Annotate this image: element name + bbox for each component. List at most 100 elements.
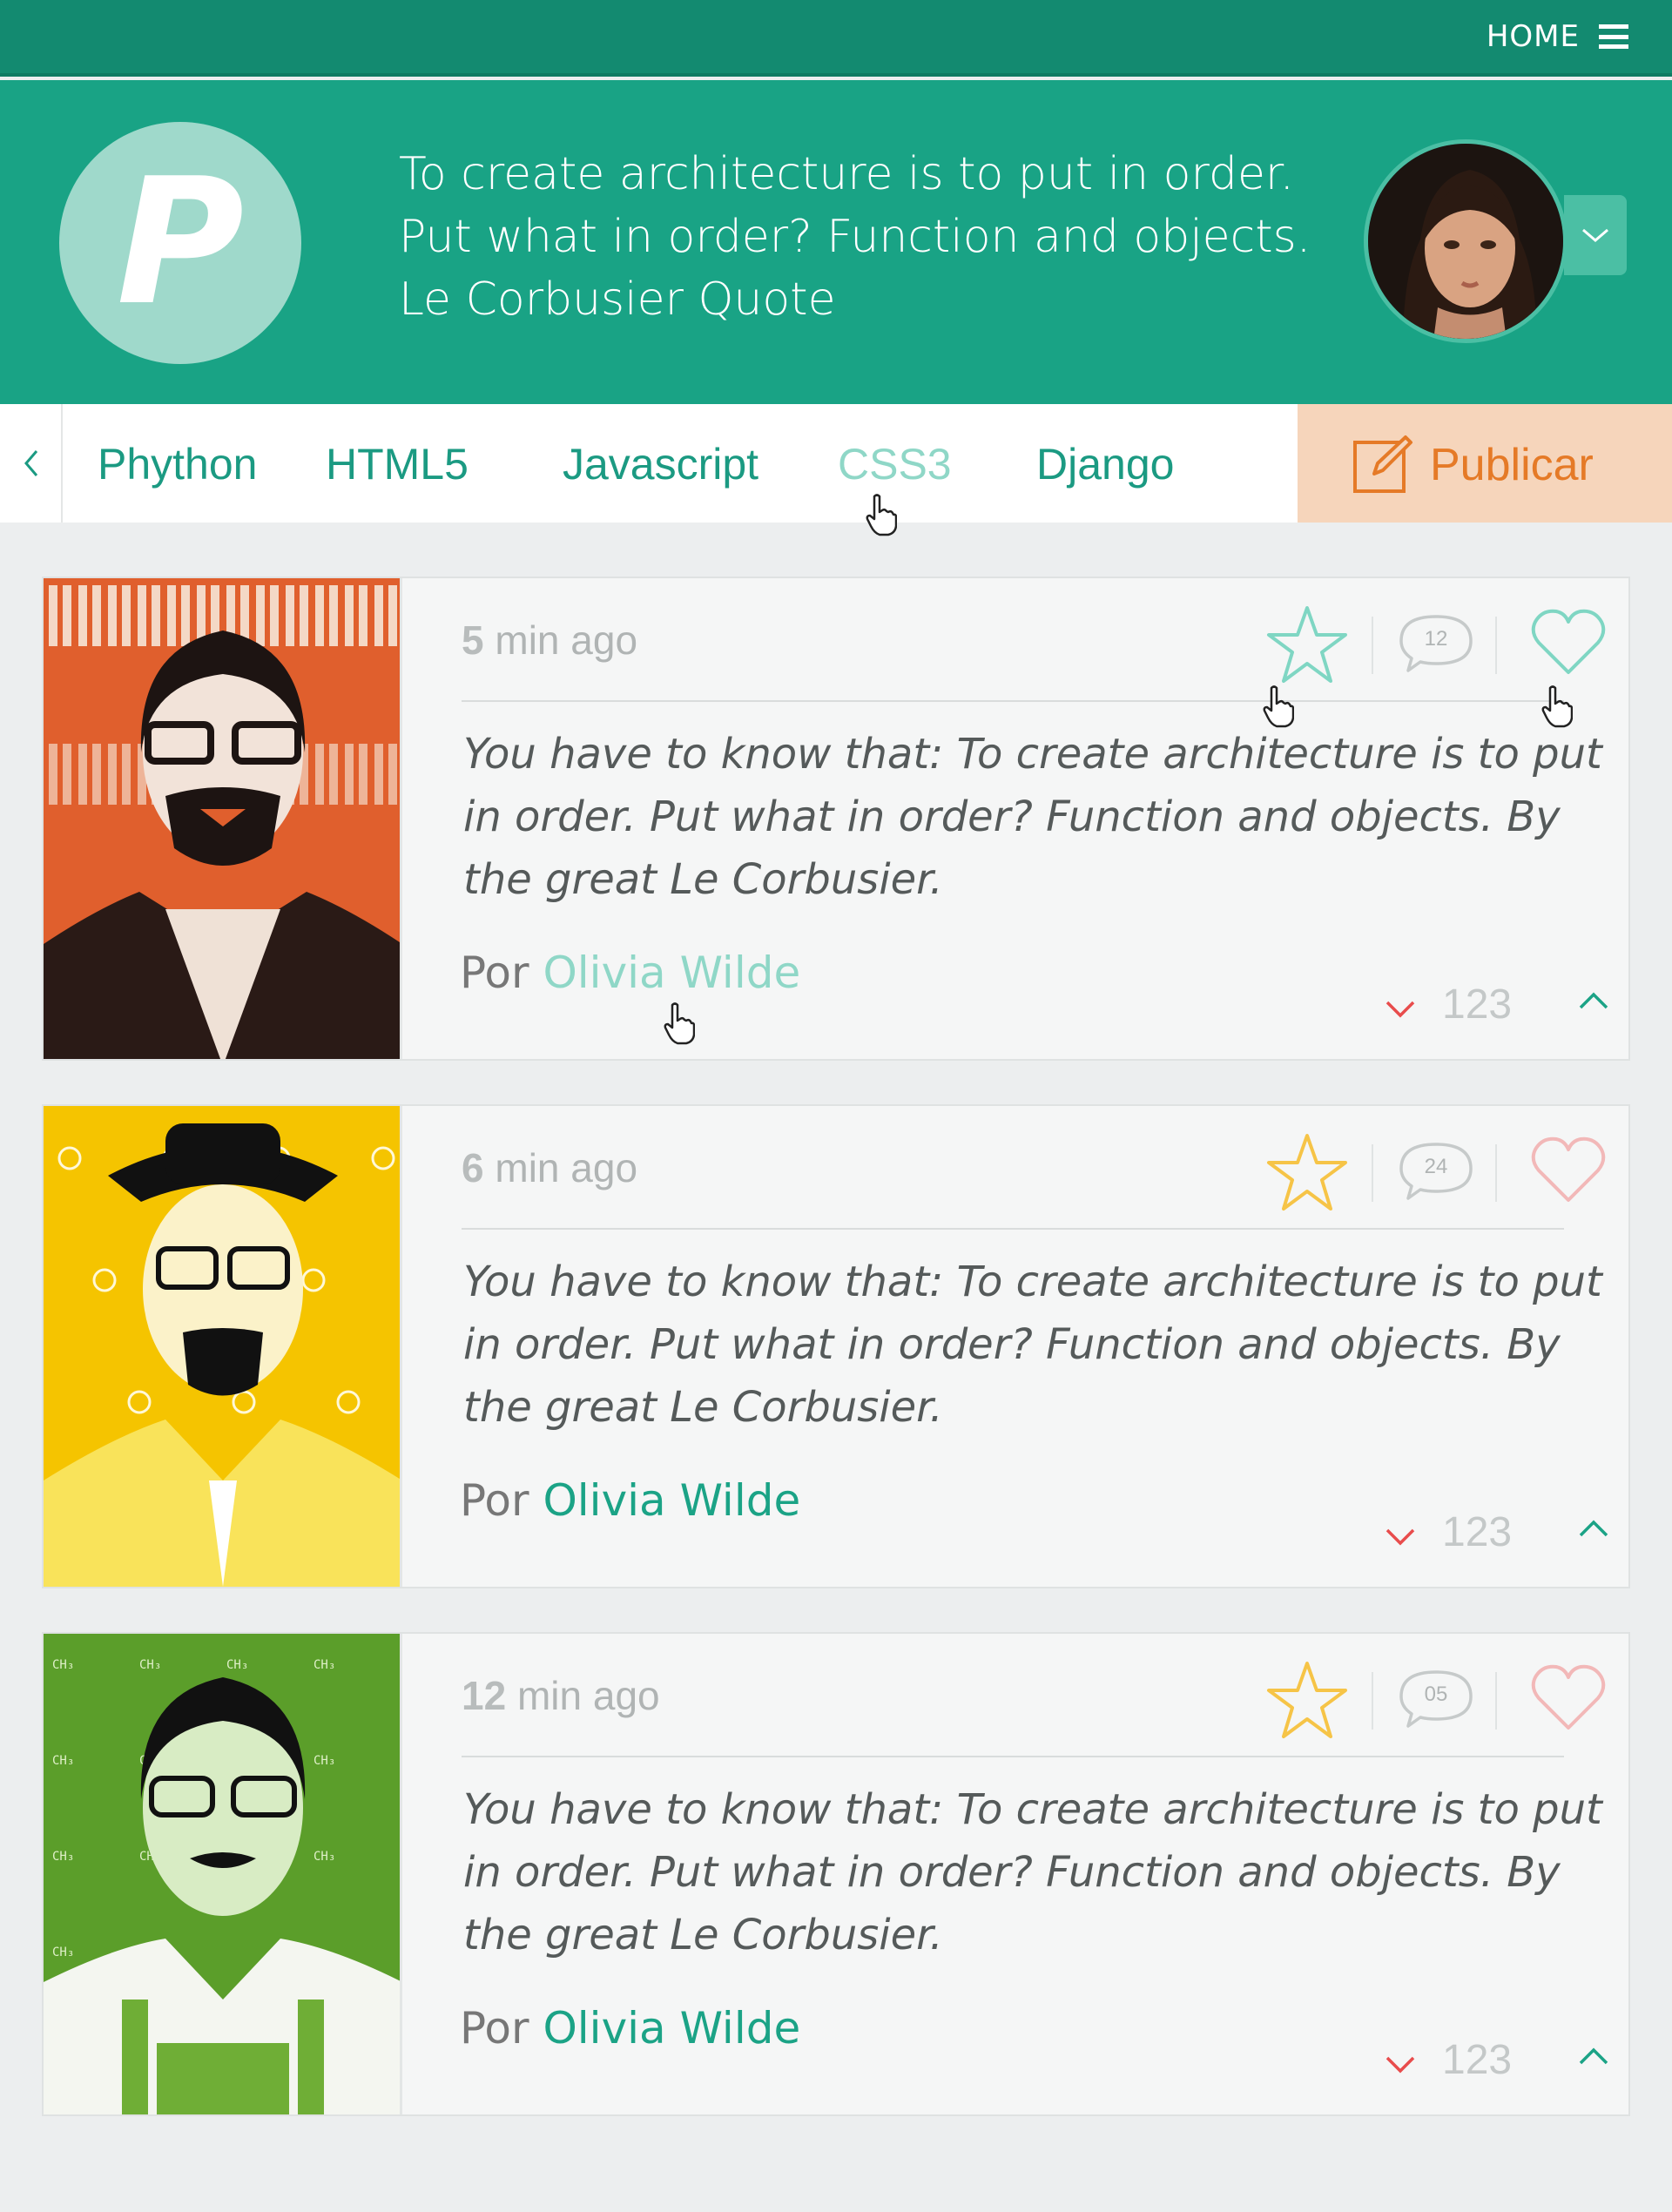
post-time-number: 5 [462, 617, 484, 663]
action-divider [1495, 1144, 1497, 1202]
quote-line: To create architecture is to put in orde… [399, 148, 1295, 200]
post-time-number: 12 [462, 1673, 507, 1718]
star-icon[interactable] [1265, 1132, 1349, 1216]
comment-count: 12 [1424, 627, 1448, 651]
svg-text:CH₃: CH₃ [52, 1850, 74, 1864]
post-body: You have to know that: To create archite… [463, 1251, 1602, 1439]
author-link[interactable]: Olivia Wilde [543, 948, 800, 998]
quote-line: Le Corbusier Quote [399, 273, 836, 326]
edit-icon [1353, 435, 1412, 493]
vote-down-icon[interactable] [1385, 2055, 1416, 2074]
svg-text:CH₃: CH₃ [314, 1754, 335, 1768]
vote-down-icon[interactable] [1385, 1000, 1416, 1019]
svg-text:CH₃: CH₃ [52, 1946, 74, 1959]
nav-item-css3[interactable]: CSS3 [838, 439, 952, 489]
post-line: in order. Put what in order? Function an… [463, 792, 1561, 841]
post-line: the great Le Corbusier. [463, 855, 943, 904]
post-divider [462, 1228, 1564, 1230]
vote-up-icon[interactable] [1578, 1519, 1609, 1538]
post-line: You have to know that: To create archite… [463, 1258, 1602, 1306]
post-time-unit: min ago [516, 1673, 660, 1718]
post-card[interactable]: 5 min ago 12 You have to know that: To c… [42, 577, 1630, 1061]
hand-cursor-icon [1263, 685, 1295, 732]
action-divider [1372, 1672, 1373, 1730]
post-card[interactable]: 6 min ago 24 You have to know that: To c… [42, 1104, 1630, 1588]
post-time: 5 min ago [462, 617, 637, 664]
action-divider [1372, 1144, 1373, 1202]
post-time-number: 6 [462, 1145, 484, 1190]
comment-bubble-icon[interactable]: 24 [1398, 1139, 1474, 1202]
post-time-unit: min ago [495, 617, 638, 663]
comment-count: 24 [1424, 1155, 1448, 1178]
action-divider [1372, 617, 1373, 674]
author-link[interactable]: Olivia Wilde [543, 1475, 800, 1526]
svg-text:CH₃: CH₃ [52, 1658, 74, 1672]
hand-cursor-icon [664, 1001, 696, 1049]
comment-count: 05 [1424, 1683, 1448, 1706]
vote-up-icon[interactable] [1578, 991, 1609, 1010]
comment-bubble-icon[interactable]: 12 [1398, 611, 1474, 674]
hamburger-icon [1599, 24, 1628, 49]
post-body: You have to know that: To create archite… [463, 723, 1602, 911]
publish-button[interactable]: Publicar [1298, 404, 1672, 523]
post-thumbnail[interactable] [44, 578, 402, 1059]
post-author: Por Olivia Wilde [460, 2003, 800, 2054]
heart-icon[interactable] [1530, 1136, 1607, 1209]
post-card[interactable]: CH₃CH₃CH₃CH₃CH₃CH₃CH₃CH₃CH₃CH₃CH₃CH₃CH₃C… [42, 1632, 1630, 2116]
chevron-down-icon [1582, 228, 1608, 242]
vote-count: 123 [1442, 2037, 1513, 2083]
nav-item-javascript[interactable]: Javascript [563, 439, 758, 489]
post-time-unit: min ago [495, 1145, 638, 1190]
post-body: You have to know that: To create archite… [463, 1778, 1602, 1966]
vote-down-icon[interactable] [1385, 1527, 1416, 1547]
star-icon[interactable] [1265, 1660, 1349, 1743]
action-divider [1495, 1672, 1497, 1730]
profile-dropdown-button[interactable] [1564, 195, 1627, 275]
post-thumbnail[interactable]: CH₃CH₃CH₃CH₃CH₃CH₃CH₃CH₃CH₃CH₃CH₃CH₃CH₃C… [44, 1634, 402, 2114]
post-time: 12 min ago [462, 1672, 660, 1719]
svg-text:CH₃: CH₃ [226, 1658, 248, 1672]
post-actions: 24 [1224, 1132, 1607, 1211]
author-prefix: Por [460, 1475, 529, 1526]
post-line: in order. Put what in order? Function an… [463, 1848, 1561, 1897]
chevron-left-icon [24, 450, 38, 476]
nav-item-phython[interactable]: Phython [98, 439, 257, 489]
author-prefix: Por [460, 2003, 529, 2054]
logo[interactable]: P [59, 122, 301, 364]
comment-bubble-icon[interactable]: 05 [1398, 1667, 1474, 1730]
author-prefix: Por [460, 948, 529, 998]
vote-count: 123 [1442, 981, 1513, 1028]
vote-control: 123 [1385, 1505, 1611, 1566]
post-thumbnail[interactable] [44, 1106, 402, 1587]
logo-letter: P [116, 141, 245, 344]
nav-back-button[interactable] [0, 404, 63, 523]
star-icon[interactable] [1265, 604, 1349, 688]
post-actions: 05 [1224, 1660, 1607, 1738]
heart-icon[interactable] [1530, 608, 1607, 681]
category-nav: Phython HTML5 Javascript CSS3 Django Pub… [0, 404, 1672, 523]
post-author: Por Olivia Wilde [460, 1475, 800, 1526]
post-divider [462, 700, 1564, 702]
action-divider [1495, 617, 1497, 674]
author-link[interactable]: Olivia Wilde [543, 2003, 800, 2054]
post-actions: 12 [1224, 604, 1607, 683]
vote-control: 123 [1385, 977, 1611, 1038]
header-quote: To create architecture is to put in orde… [399, 143, 1311, 331]
user-avatar[interactable] [1364, 139, 1568, 343]
heart-icon[interactable] [1530, 1663, 1607, 1737]
post-line: You have to know that: To create archite… [463, 730, 1602, 779]
svg-text:CH₃: CH₃ [139, 1658, 161, 1672]
hand-cursor-icon [866, 494, 897, 536]
post-author: Por Olivia Wilde [460, 948, 800, 998]
vote-count: 123 [1442, 1509, 1513, 1555]
post-line: You have to know that: To create archite… [463, 1785, 1602, 1834]
publish-label: Publicar [1430, 440, 1594, 490]
post-time: 6 min ago [462, 1144, 637, 1191]
hand-cursor-icon [1541, 685, 1574, 732]
nav-item-django[interactable]: Django [1036, 439, 1174, 489]
post-line: the great Le Corbusier. [463, 1383, 943, 1432]
vote-up-icon[interactable] [1578, 2047, 1609, 2066]
home-menu-button[interactable]: HOME [1487, 19, 1628, 54]
top-bar: HOME [0, 0, 1672, 77]
nav-item-html5[interactable]: HTML5 [326, 439, 469, 489]
